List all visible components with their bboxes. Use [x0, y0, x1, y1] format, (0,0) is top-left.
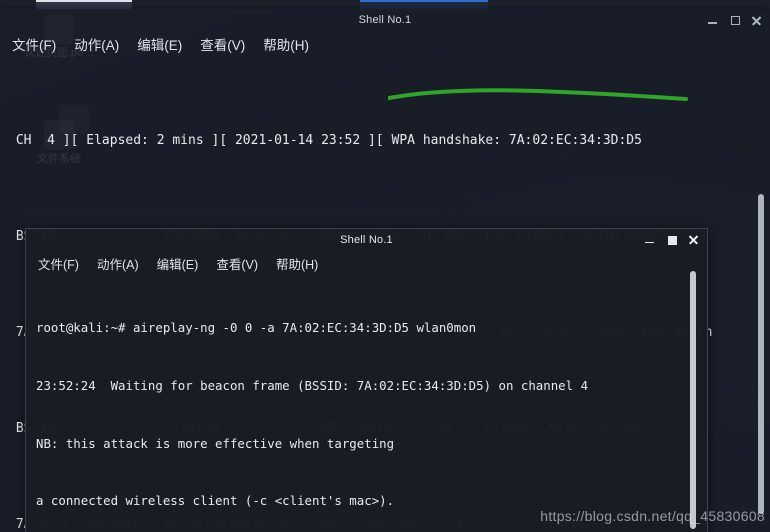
- outer-window-title: Shell No.1: [358, 14, 412, 26]
- terminal-line-waiting: 23:52:24 Waiting for beacon frame (BSSID…: [36, 378, 589, 394]
- inner-window-controls[interactable]: [644, 229, 699, 250]
- minimize-icon[interactable]: [644, 234, 655, 245]
- scrollbar-thumb[interactable]: [758, 194, 764, 514]
- minimize-icon[interactable]: [707, 15, 718, 26]
- outer-window-controls[interactable]: [707, 9, 762, 31]
- desktop-icon-label: 认证页面.po…: [23, 47, 95, 59]
- menu-item-actions[interactable]: 动作(A): [93, 253, 143, 274]
- outer-window-scrollbar[interactable]: [757, 194, 765, 514]
- terminal-line-command: root@kali:~# aireplay-ng -0 0 -a 7A:02:E…: [36, 320, 477, 336]
- terminal-line-status: CH 4 ][ Elapsed: 2 mins ][ 2021-01-14 23…: [8, 133, 642, 148]
- menu-item-view[interactable]: 查看(V): [196, 33, 249, 55]
- inner-window-title: Shell No.1: [340, 233, 393, 246]
- menu-item-file[interactable]: 文件(F): [34, 253, 83, 274]
- screen-root: Shell No.1 文件(F) 动作(A) 编辑(E) 查看(V) 帮助(H)…: [0, 0, 770, 532]
- close-icon[interactable]: [751, 15, 762, 26]
- maximize-icon[interactable]: [666, 234, 677, 245]
- desktop-icon-label: 文件系统: [37, 153, 81, 165]
- taskbar-segment: [488, 0, 770, 9]
- outer-window-menubar[interactable]: 文件(F) 动作(A) 编辑(E) 查看(V) 帮助(H): [0, 31, 770, 57]
- taskbar[interactable]: [0, 0, 770, 11]
- outer-window-titlebar[interactable]: Shell No.1: [0, 9, 770, 31]
- terminal-line-note: NB: this attack is more effective when t…: [36, 435, 395, 451]
- menu-item-view[interactable]: 查看(V): [212, 253, 262, 274]
- inner-window-titlebar[interactable]: Shell No.1: [26, 229, 707, 250]
- maximize-icon[interactable]: [729, 15, 740, 26]
- watermark: https://blog.csdn.net/qq_45830608: [540, 508, 765, 524]
- close-icon[interactable]: [688, 234, 699, 245]
- inner-window-menubar[interactable]: 文件(F) 动作(A) 编辑(E) 查看(V) 帮助(H): [26, 250, 707, 276]
- inner-terminal-window[interactable]: Shell No.1 文件(F) 动作(A) 编辑(E) 查看(V) 帮助(H)…: [25, 228, 708, 532]
- desktop-icon-document[interactable]: 认证页面.po…: [18, 14, 100, 60]
- inner-window-scrollbar[interactable]: [689, 257, 697, 529]
- taskbar-segment: [132, 0, 360, 9]
- scrollbar-thumb[interactable]: [690, 271, 696, 529]
- desktop-icon-trash[interactable]: [33, 105, 115, 138]
- menu-item-edit[interactable]: 编辑(E): [153, 253, 203, 274]
- menu-item-help[interactable]: 帮助(H): [272, 253, 322, 274]
- taskbar-segment: [0, 0, 36, 9]
- menu-item-edit[interactable]: 编辑(E): [133, 33, 186, 55]
- inner-terminal-output[interactable]: root@kali:~# aireplay-ng -0 0 -a 7A:02:E…: [26, 276, 707, 530]
- trash-icon: [59, 105, 89, 135]
- document-icon: [44, 14, 74, 44]
- menu-item-help[interactable]: 帮助(H): [259, 33, 313, 55]
